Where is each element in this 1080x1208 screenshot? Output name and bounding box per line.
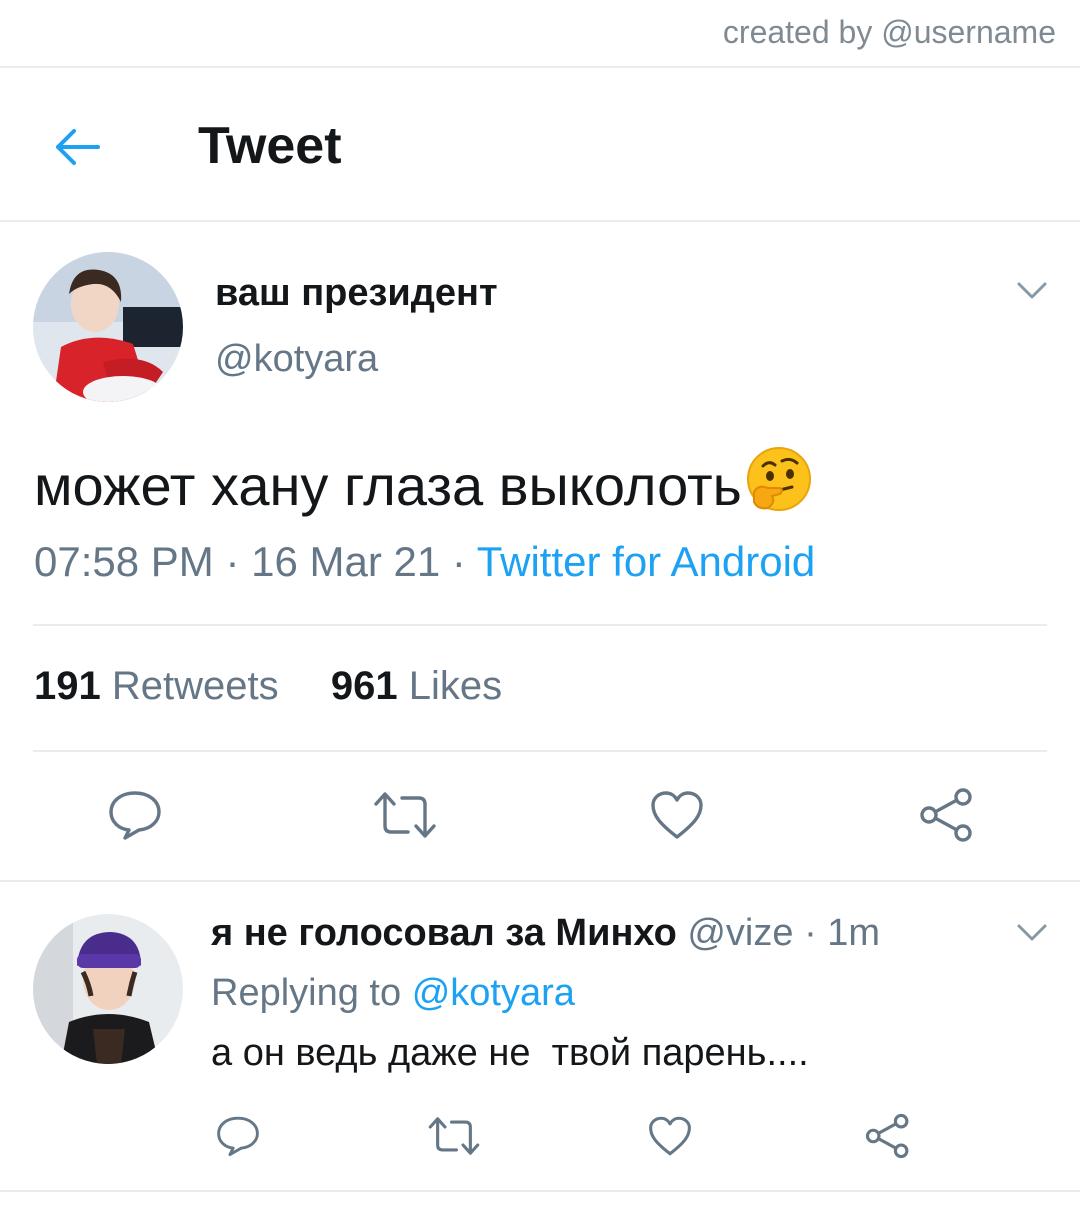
reply-reply-button[interactable] — [210, 1110, 266, 1162]
retweets-label: Retweets — [111, 664, 279, 708]
meta-separator: · — [225, 538, 252, 585]
arrow-left-icon — [56, 129, 100, 165]
meta-separator: · — [804, 912, 817, 954]
retweet-icon — [428, 1117, 480, 1155]
tweet-source-link[interactable]: Twitter for Android — [477, 538, 815, 585]
comment-icon — [109, 791, 161, 840]
heart-icon — [649, 1116, 691, 1156]
reply-author-name[interactable]: я не голосовал за Минхо — [211, 912, 677, 954]
likes-label: Likes — [408, 664, 503, 708]
heart-icon — [651, 791, 703, 839]
share-icon — [865, 1113, 909, 1159]
credit-text: created by @username — [722, 14, 1056, 50]
tweet-header: Tweet — [0, 68, 1080, 220]
stats-divider — [33, 750, 1047, 752]
replying-to-handle[interactable]: @kotyara — [412, 972, 575, 1014]
avatar[interactable] — [33, 252, 183, 402]
like-button[interactable] — [642, 782, 712, 848]
likes-stat[interactable]: 961 Likes — [331, 664, 502, 708]
share-button[interactable] — [912, 782, 982, 848]
reply-section-divider — [0, 880, 1080, 882]
retweets-stat[interactable]: 191 Retweets — [34, 664, 290, 708]
meta-divider — [33, 624, 1047, 626]
comment-icon — [217, 1116, 259, 1157]
likes-count: 961 — [330, 664, 398, 708]
share-icon — [920, 788, 972, 842]
author-name[interactable]: ваш президент — [215, 272, 498, 315]
tweet-date: 16 Mar 21 — [251, 538, 441, 585]
tweet-options-button[interactable] — [1016, 280, 1048, 307]
author-handle[interactable]: @kotyara — [215, 338, 378, 381]
reply-avatar[interactable] — [33, 914, 183, 1064]
tweet-text: может хану глаза выколоть — [34, 444, 814, 527]
tweet-meta: 07:58 PM · 16 Mar 21 · Twitter for Andro… — [34, 538, 815, 586]
chevron-down-icon — [1017, 924, 1047, 941]
reply-like-button[interactable] — [642, 1110, 698, 1162]
reply-retweet-button[interactable] — [424, 1110, 484, 1162]
retweets-count: 191 — [34, 664, 101, 708]
reply-header: я не голосовал за Минхо @vize · 1m — [211, 912, 880, 955]
bottom-divider — [0, 1190, 1080, 1192]
chevron-down-icon — [1017, 282, 1047, 299]
tweet-text-content: может хану глаза выколоть — [34, 454, 742, 517]
reply-time: 1m — [827, 912, 881, 954]
reply-share-button[interactable] — [860, 1108, 916, 1164]
reply-author-handle[interactable]: @vize — [687, 912, 793, 954]
reply-options-button[interactable] — [1016, 922, 1048, 949]
reply-text: а он ведь даже не твой парень.... — [211, 1032, 809, 1074]
page-title: Tweet — [198, 117, 342, 175]
back-button[interactable] — [44, 114, 110, 180]
meta-separator: · — [451, 538, 477, 585]
tweet-time: 07:58 PM — [34, 538, 214, 585]
replying-to: Replying to @kotyara — [211, 972, 575, 1015]
retweet-button[interactable] — [368, 782, 442, 848]
thinking-face-emoji-icon — [744, 444, 814, 527]
header-divider — [0, 220, 1080, 222]
replying-to-label: Replying to — [211, 972, 402, 1014]
retweet-icon — [374, 792, 436, 838]
reply-button[interactable] — [100, 782, 170, 848]
tweet-stats: 191 Retweets 961 Likes — [34, 664, 502, 709]
